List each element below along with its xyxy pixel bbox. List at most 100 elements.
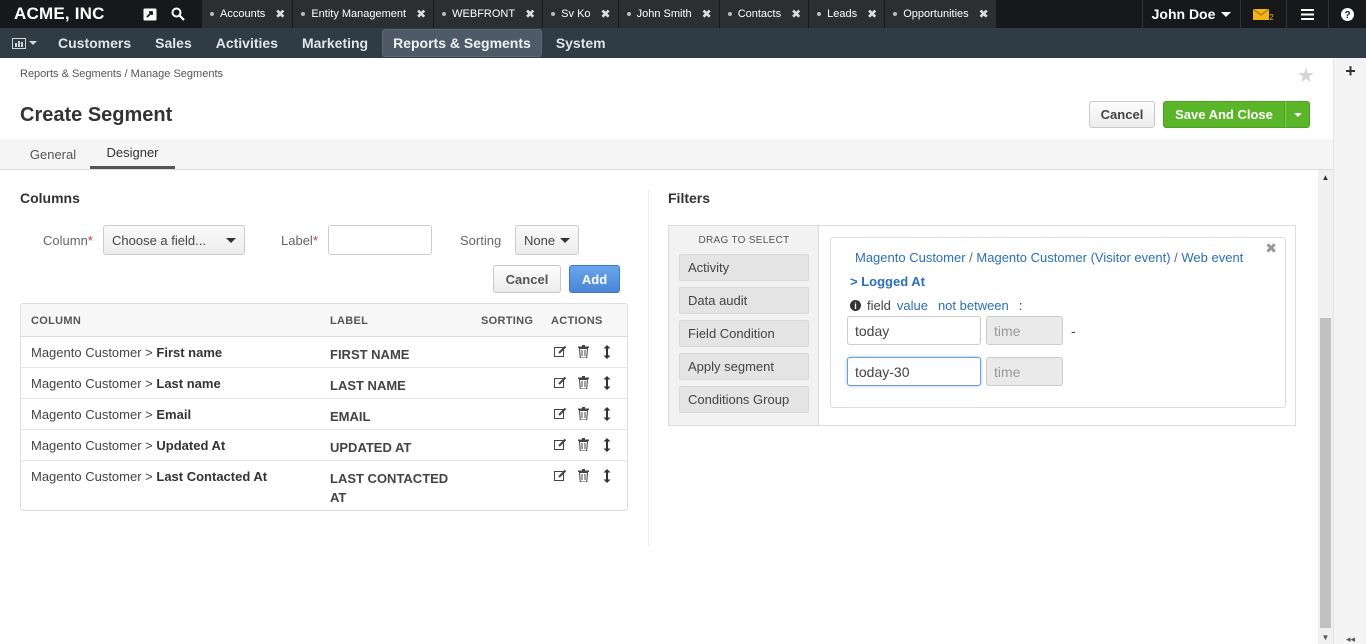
user-name: John Doe bbox=[1151, 6, 1216, 22]
pinned-tab[interactable]: Sv Ko ✖ bbox=[543, 0, 619, 28]
edit-icon[interactable] bbox=[553, 406, 568, 421]
help-icon[interactable]: ? bbox=[1328, 0, 1366, 28]
trash-icon[interactable] bbox=[576, 344, 591, 359]
save-options-toggle[interactable] bbox=[1285, 101, 1310, 128]
user-menu[interactable]: John Doe bbox=[1142, 0, 1240, 28]
condition-field-path[interactable]: Magento Customer / Magento Customer (Vis… bbox=[855, 250, 1243, 265]
pinned-tab[interactable]: Contacts ✖ bbox=[719, 0, 810, 28]
sorting-select[interactable]: None bbox=[515, 225, 579, 255]
save-and-close-button[interactable]: Save And Close bbox=[1163, 101, 1285, 128]
trash-icon[interactable] bbox=[576, 406, 591, 421]
column-select[interactable]: Choose a field... bbox=[103, 225, 245, 255]
end-time-input[interactable]: time bbox=[986, 357, 1063, 386]
drag-handle-icon[interactable] bbox=[599, 468, 614, 483]
drag-handle-icon[interactable] bbox=[599, 375, 614, 390]
edit-icon[interactable] bbox=[553, 468, 568, 483]
table-header: COLUMN LABEL SORTING ACTIONS bbox=[21, 304, 627, 337]
hamburger-menu-icon[interactable] bbox=[1286, 0, 1328, 28]
pinned-tab[interactable]: Accounts ✖ bbox=[202, 0, 294, 28]
pinned-tab[interactable]: Entity Management ✖ bbox=[293, 0, 435, 28]
column-cell: Magento Customer > Last name bbox=[31, 376, 221, 391]
search-icon[interactable] bbox=[164, 0, 192, 28]
entity-name: Magento Customer bbox=[31, 469, 142, 484]
content-scrollbar[interactable]: ▲ ▼ bbox=[1318, 170, 1333, 644]
user-toolbar: John Doe 2 ? bbox=[1142, 0, 1366, 28]
pinned-tab[interactable]: WEBFRONT ✖ bbox=[434, 0, 544, 28]
scroll-up-icon[interactable]: ▲ bbox=[1318, 170, 1333, 186]
drag-handle-icon[interactable] bbox=[599, 437, 614, 452]
label-input[interactable] bbox=[328, 225, 432, 255]
edit-icon[interactable] bbox=[553, 375, 568, 390]
cancel-button[interactable]: Cancel bbox=[1089, 101, 1155, 128]
top-bar: ACME, INC Accounts ✖ Entity Management ✖ W… bbox=[0, 0, 1366, 28]
sidebar-panel: + ◂◂ bbox=[1333, 58, 1366, 644]
column-field-label: Column* bbox=[43, 233, 93, 248]
criteria-data-audit[interactable]: Data audit bbox=[679, 287, 809, 314]
nav-item-activities[interactable]: Activities bbox=[206, 30, 288, 56]
nav-item-reports-segments[interactable]: Reports & Segments bbox=[382, 29, 542, 57]
column-cell: Magento Customer > First name bbox=[31, 345, 223, 360]
pinned-tab[interactable]: Opportunities ✖ bbox=[885, 0, 997, 28]
drag-handle-icon[interactable] bbox=[599, 406, 614, 421]
criteria-apply-segment[interactable]: Apply segment bbox=[679, 353, 809, 380]
start-time-input[interactable]: time bbox=[986, 316, 1063, 345]
add-column-button[interactable]: Add bbox=[569, 265, 620, 293]
close-icon[interactable]: ✖ bbox=[979, 7, 989, 21]
nav-item-system[interactable]: System bbox=[546, 30, 616, 56]
label-cell: EMAIL bbox=[330, 409, 371, 424]
trash-icon[interactable] bbox=[576, 437, 591, 452]
pinned-tab[interactable]: John Smith ✖ bbox=[618, 0, 720, 28]
tab-designer[interactable]: Designer bbox=[90, 139, 175, 169]
entity-name: Magento Customer bbox=[31, 438, 142, 453]
criteria-field-condition[interactable]: Field Condition bbox=[679, 320, 809, 347]
collapse-icon[interactable]: ◂◂ bbox=[1334, 634, 1366, 644]
nav-item-marketing[interactable]: Marketing bbox=[292, 30, 378, 56]
chevron-down-icon bbox=[1293, 112, 1302, 117]
trash-icon[interactable] bbox=[576, 468, 591, 483]
start-value-input[interactable]: today bbox=[847, 316, 981, 345]
close-icon[interactable]: ✖ bbox=[867, 7, 877, 21]
notifications-button[interactable]: 2 bbox=[1240, 0, 1286, 28]
close-icon[interactable]: ✖ bbox=[275, 7, 285, 21]
star-icon[interactable]: ★ bbox=[1297, 63, 1315, 88]
info-icon[interactable]: i bbox=[850, 300, 861, 311]
dashboard-button[interactable] bbox=[0, 28, 48, 58]
bullet-icon bbox=[442, 12, 447, 16]
value-type-link[interactable]: value bbox=[897, 298, 928, 313]
pinned-tab-label: Opportunities bbox=[903, 8, 969, 20]
path-separator: / bbox=[1170, 250, 1182, 265]
end-value-input[interactable]: today-30 bbox=[847, 357, 981, 386]
add-widget-icon[interactable]: + bbox=[1334, 58, 1366, 84]
close-icon[interactable]: ✖ bbox=[525, 7, 535, 21]
edit-icon[interactable] bbox=[553, 344, 568, 359]
drag-handle-icon[interactable] bbox=[599, 344, 614, 359]
breadcrumb[interactable]: Reports & Segments / Manage Segments bbox=[20, 68, 223, 80]
close-icon[interactable]: ✖ bbox=[601, 7, 611, 21]
brand-logo[interactable]: ACME, INC bbox=[0, 0, 132, 28]
entity-name: Magento Customer bbox=[31, 376, 142, 391]
edit-icon[interactable] bbox=[553, 437, 568, 452]
operator-link[interactable]: not between bbox=[938, 298, 1009, 313]
scroll-down-icon[interactable]: ▼ bbox=[1318, 632, 1333, 644]
pinned-tab[interactable]: Leads ✖ bbox=[809, 0, 886, 28]
nav-item-customers[interactable]: Customers bbox=[48, 30, 141, 56]
close-icon[interactable]: ✖ bbox=[791, 7, 801, 21]
close-icon[interactable]: ✖ bbox=[1265, 240, 1277, 257]
condition-field-name[interactable]: > Logged At bbox=[850, 274, 925, 289]
tab-general[interactable]: General bbox=[20, 139, 86, 169]
bullet-icon bbox=[210, 12, 214, 16]
criteria-activity[interactable]: Activity bbox=[679, 254, 809, 281]
palette-title: DRAG TO SELECT bbox=[698, 235, 790, 246]
close-icon[interactable]: ✖ bbox=[416, 7, 426, 21]
main-navigation: Customers Sales Activities Marketing Rep… bbox=[0, 28, 1366, 58]
trash-icon[interactable] bbox=[576, 375, 591, 390]
save-button-group: Save And Close bbox=[1163, 101, 1310, 128]
cancel-column-button[interactable]: Cancel bbox=[493, 265, 561, 293]
row-actions bbox=[553, 406, 614, 421]
scrollbar-thumb[interactable] bbox=[1320, 318, 1331, 628]
criteria-conditions-group[interactable]: Conditions Group bbox=[679, 386, 809, 413]
nav-item-sales[interactable]: Sales bbox=[145, 30, 202, 56]
row-actions bbox=[553, 375, 614, 390]
pin-icon[interactable] bbox=[136, 0, 164, 28]
close-icon[interactable]: ✖ bbox=[702, 7, 712, 21]
